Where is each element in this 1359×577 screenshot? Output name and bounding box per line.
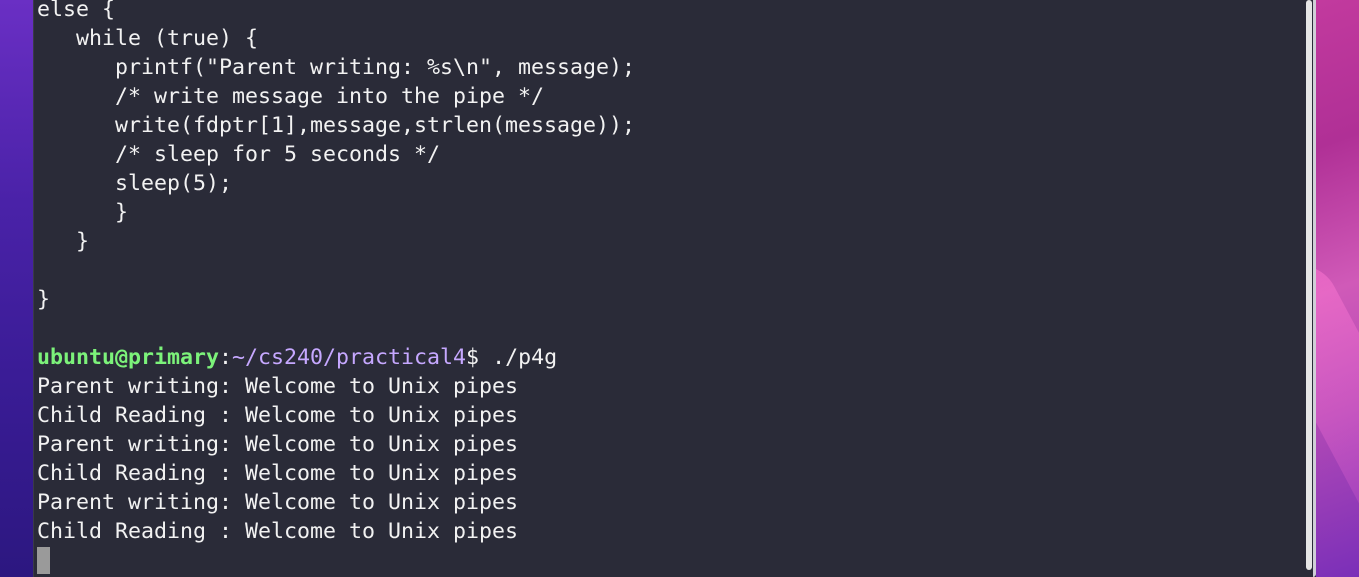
code-line: } [37,287,51,312]
code-line: } [37,200,129,225]
prompt-separator: : [219,345,233,370]
code-line: } [37,229,90,254]
code-line: printf("Parent writing: %s\n", message); [37,55,636,80]
desktop-wallpaper-right [1316,0,1359,577]
output-line: Parent writing: Welcome to Unix pipes [37,374,519,399]
terminal-window[interactable]: else { while (true) { printf("Parent wri… [33,0,1316,577]
output-line: Child Reading : Welcome to Unix pipes [37,403,519,428]
text-cursor [37,547,50,574]
output-line: Child Reading : Welcome to Unix pipes [37,461,519,486]
wallpaper-streak [1316,251,1359,577]
prompt-command: ./p4g [492,345,558,370]
terminal-output[interactable]: else { while (true) { printf("Parent wri… [37,0,1297,575]
code-line: sleep(5); [37,171,233,196]
prompt-line: ubuntu@primary:~/cs240/practical4$ ./p4g [37,343,1297,372]
desktop-wallpaper-left [0,0,33,577]
window-border [1313,0,1316,577]
prompt-symbol: $ [466,345,493,370]
code-line: write(fdptr[1],message,strlen(message)); [37,113,636,138]
code-line: while (true) { [37,26,259,51]
output-line: Parent writing: Welcome to Unix pipes [37,432,519,457]
code-line: /* sleep for 5 seconds */ [37,142,441,167]
scrollbar-thumb[interactable] [1306,0,1312,570]
prompt-user-host: ubuntu@primary [37,345,220,370]
code-line: /* write message into the pipe */ [37,84,545,109]
output-line: Parent writing: Welcome to Unix pipes [37,490,519,515]
code-line: else { [37,0,116,22]
output-line: Child Reading : Welcome to Unix pipes [37,519,519,544]
input-line[interactable] [37,546,1297,575]
prompt-path: ~/cs240/practical4 [232,345,467,370]
